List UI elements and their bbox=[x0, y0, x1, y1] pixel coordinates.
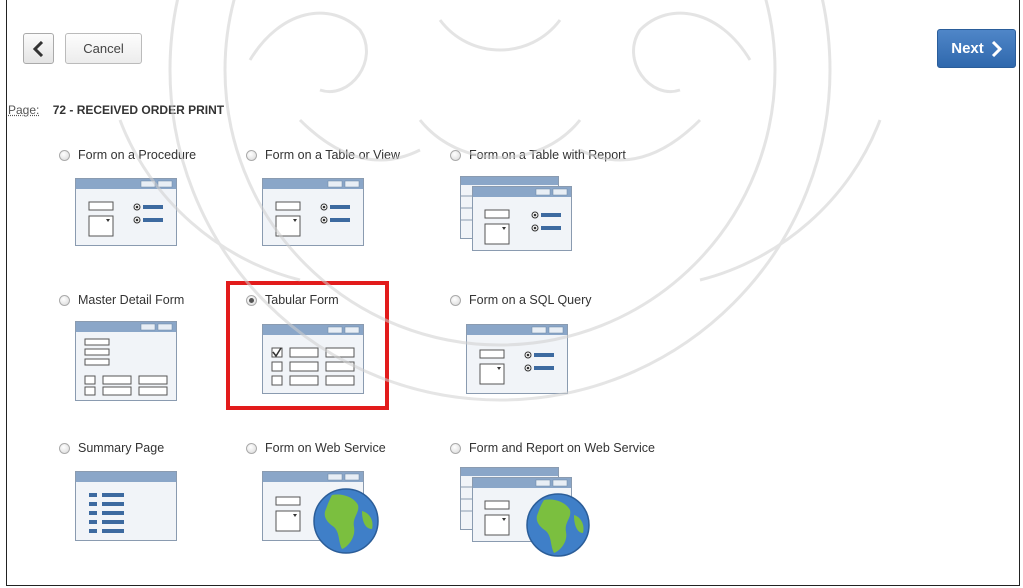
chevron-left-icon bbox=[32, 40, 43, 57]
cancel-button[interactable]: Cancel bbox=[65, 33, 142, 64]
form-and-report-on-web-service-thumbnail[interactable] bbox=[460, 467, 592, 557]
option-form-and-report-on-web-service[interactable]: Form and Report on Web Service bbox=[450, 441, 655, 455]
radio-summary-page[interactable] bbox=[59, 442, 70, 454]
radio-master-detail-form[interactable] bbox=[59, 294, 70, 306]
back-button[interactable] bbox=[23, 33, 54, 64]
page-indicator: Page: 72 - RECEIVED ORDER PRINT bbox=[8, 103, 224, 117]
option-label: Summary Page bbox=[78, 441, 165, 455]
option-master-detail-form[interactable]: Master Detail Form bbox=[59, 293, 184, 307]
form-on-table-or-view-thumbnail[interactable] bbox=[262, 178, 364, 246]
option-label: Form and Report on Web Service bbox=[469, 441, 655, 455]
next-button[interactable]: Next bbox=[937, 29, 1016, 68]
form-on-sql-query-thumbnail[interactable] bbox=[466, 324, 568, 394]
radio-form-on-procedure[interactable] bbox=[59, 149, 70, 161]
radio-form-on-table-or-view[interactable] bbox=[246, 149, 257, 161]
option-label: Master Detail Form bbox=[78, 293, 185, 307]
summary-page-thumbnail[interactable] bbox=[75, 471, 177, 541]
option-label: Form on Web Service bbox=[265, 441, 386, 455]
globe-icon bbox=[313, 488, 379, 554]
globe-icon bbox=[526, 493, 590, 557]
option-label: Form on a Table or View bbox=[265, 148, 401, 162]
radio-form-on-web-service[interactable] bbox=[246, 442, 257, 454]
option-label: Form on a Procedure bbox=[78, 148, 197, 162]
radio-form-and-report-on-web-service[interactable] bbox=[450, 442, 461, 454]
form-on-procedure-thumbnail[interactable] bbox=[75, 178, 177, 246]
option-form-on-table-or-view[interactable]: Form on a Table or View bbox=[246, 148, 400, 162]
option-form-on-sql-query[interactable]: Form on a SQL Query bbox=[450, 293, 592, 307]
chevron-right-icon bbox=[991, 40, 1002, 57]
option-label: Form on a SQL Query bbox=[469, 293, 592, 307]
radio-form-on-table-with-report[interactable] bbox=[450, 149, 461, 161]
next-button-label: Next bbox=[951, 40, 984, 57]
option-summary-page[interactable]: Summary Page bbox=[59, 441, 164, 455]
page-value: 72 - RECEIVED ORDER PRINT bbox=[52, 103, 225, 117]
option-label: Form on a Table with Report bbox=[469, 148, 626, 162]
selection-highlight-box bbox=[226, 281, 389, 410]
form-on-web-service-thumbnail[interactable] bbox=[262, 471, 386, 555]
option-form-on-web-service[interactable]: Form on Web Service bbox=[246, 441, 386, 455]
option-form-on-procedure[interactable]: Form on a Procedure bbox=[59, 148, 196, 162]
option-form-on-table-with-report[interactable]: Form on a Table with Report bbox=[450, 148, 626, 162]
form-on-table-with-report-thumbnail[interactable] bbox=[460, 176, 572, 252]
radio-form-on-sql-query[interactable] bbox=[450, 294, 461, 306]
master-detail-form-thumbnail[interactable] bbox=[75, 321, 177, 401]
page-label: Page: bbox=[8, 103, 40, 117]
